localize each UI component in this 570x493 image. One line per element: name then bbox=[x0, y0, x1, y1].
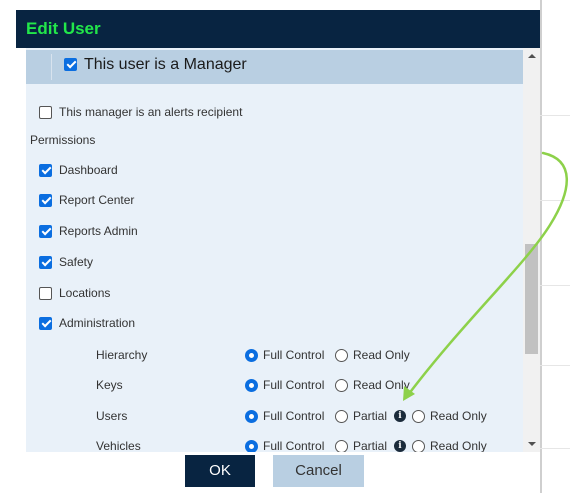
users-full-control-label: Full Control bbox=[263, 409, 325, 423]
manager-header: This user is a Manager bbox=[26, 50, 523, 84]
dialog-body: This user is a Manager This manager is a… bbox=[26, 48, 523, 452]
keys-read-only-label: Read Only bbox=[353, 378, 410, 392]
vehicles-full-control-label: Full Control bbox=[263, 439, 325, 452]
hierarchy-read-only-label: Read Only bbox=[353, 348, 410, 362]
users-options: Full Control Partial i Read Only bbox=[245, 409, 515, 424]
alerts-recipient-checkbox[interactable] bbox=[39, 106, 52, 119]
keys-label: Keys bbox=[96, 378, 123, 392]
users-read-only-radio[interactable] bbox=[412, 410, 425, 423]
vehicles-full-control-radio[interactable] bbox=[245, 440, 258, 452]
background-divider bbox=[540, 115, 570, 116]
safety-label: Safety bbox=[59, 255, 94, 269]
hierarchy-full-control-radio[interactable] bbox=[245, 349, 258, 362]
vehicles-label: Vehicles bbox=[96, 439, 141, 452]
users-label: Users bbox=[96, 409, 128, 423]
permissions-title: Permissions bbox=[30, 133, 96, 147]
hierarchy-read-only-radio[interactable] bbox=[335, 349, 348, 362]
manager-checkbox[interactable] bbox=[64, 58, 77, 71]
background-divider bbox=[540, 200, 570, 201]
hierarchy-full-control-label: Full Control bbox=[263, 348, 325, 362]
header-divider bbox=[51, 54, 52, 80]
keys-options: Full Control Read Only bbox=[245, 378, 445, 393]
keys-read-only-radio[interactable] bbox=[335, 379, 348, 392]
safety-checkbox[interactable] bbox=[39, 256, 52, 269]
administration-checkbox[interactable] bbox=[39, 317, 52, 330]
vehicles-read-only-label: Read Only bbox=[430, 439, 487, 452]
reports-admin-label: Reports Admin bbox=[59, 224, 138, 238]
report-center-label: Report Center bbox=[59, 193, 135, 207]
background-divider bbox=[540, 448, 570, 449]
info-icon[interactable]: i bbox=[394, 440, 406, 452]
cancel-button[interactable]: Cancel bbox=[273, 455, 364, 487]
vehicles-read-only-radio[interactable] bbox=[412, 440, 425, 452]
vehicles-options: Full Control Partial i Read Only bbox=[245, 439, 515, 452]
background-divider bbox=[540, 285, 570, 286]
background-divider bbox=[540, 365, 570, 366]
ok-button[interactable]: OK bbox=[185, 455, 255, 487]
administration-label: Administration bbox=[59, 316, 136, 330]
manager-label: This user is a Manager bbox=[84, 56, 247, 73]
vehicles-partial-label: Partial bbox=[353, 439, 388, 452]
keys-full-control-radio[interactable] bbox=[245, 379, 258, 392]
hierarchy-options: Full Control Read Only bbox=[245, 348, 445, 363]
background-page-edge bbox=[540, 0, 542, 493]
vertical-scrollbar[interactable] bbox=[523, 48, 540, 452]
edit-user-dialog: Edit User This user is a Manager This ma… bbox=[16, 10, 540, 493]
users-full-control-radio[interactable] bbox=[245, 410, 258, 423]
scroll-up-arrow-icon[interactable] bbox=[523, 48, 540, 64]
locations-label: Locations bbox=[59, 286, 111, 300]
dashboard-checkbox[interactable] bbox=[39, 164, 52, 177]
users-read-only-label: Read Only bbox=[430, 409, 487, 423]
reports-admin-checkbox[interactable] bbox=[39, 225, 52, 238]
dashboard-label: Dashboard bbox=[59, 163, 118, 177]
scroll-down-arrow-icon[interactable] bbox=[523, 436, 540, 452]
keys-full-control-label: Full Control bbox=[263, 378, 325, 392]
vehicles-partial-radio[interactable] bbox=[335, 440, 348, 452]
hierarchy-label: Hierarchy bbox=[96, 348, 148, 362]
users-partial-radio[interactable] bbox=[335, 410, 348, 423]
report-center-checkbox[interactable] bbox=[39, 194, 52, 207]
scrollbar-thumb[interactable] bbox=[525, 244, 538, 354]
dialog-title: Edit User bbox=[16, 10, 540, 48]
users-partial-label: Partial bbox=[353, 409, 388, 423]
alerts-recipient-label: This manager is an alerts recipient bbox=[59, 105, 243, 119]
info-icon[interactable]: i bbox=[394, 410, 406, 422]
locations-checkbox[interactable] bbox=[39, 287, 52, 300]
